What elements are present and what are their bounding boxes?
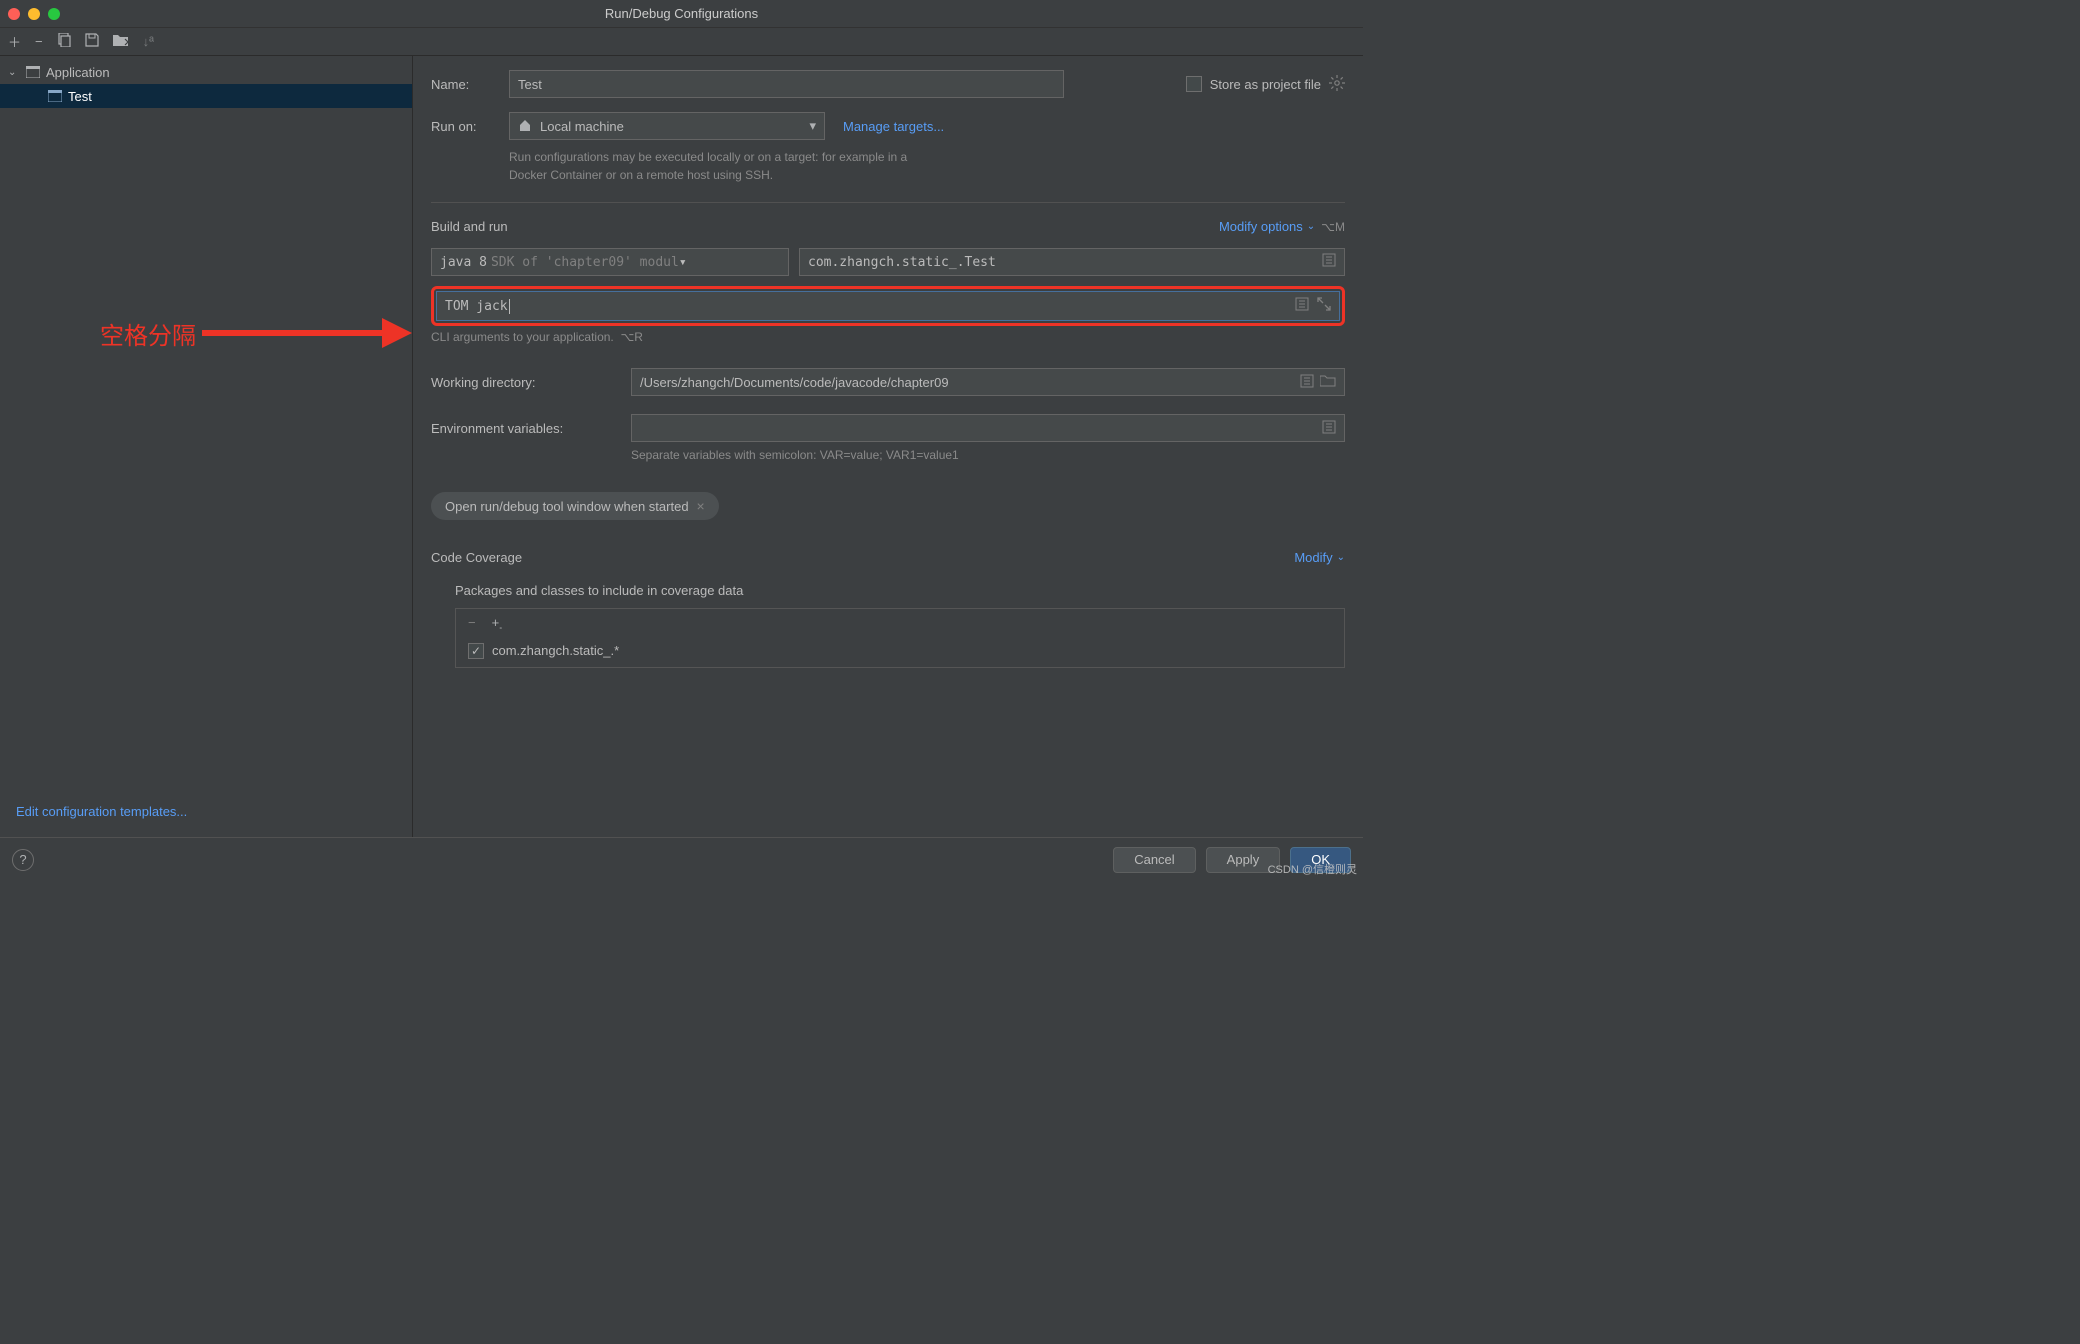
config-sidebar: ⌄ Application Test 空格分隔 Edit configurati… <box>0 56 413 837</box>
build-run-title: Build and run Modify options ⌄ ⌥M <box>431 219 1345 234</box>
manage-targets-link[interactable]: Manage targets... <box>843 119 944 134</box>
separator <box>431 202 1345 203</box>
application-icon <box>26 66 40 78</box>
add-icon[interactable]: +◦ <box>492 615 502 633</box>
program-args-highlighted: TOM jack <box>431 286 1345 326</box>
open-tool-window-pill[interactable]: Open run/debug tool window when started … <box>431 492 719 520</box>
chevron-down-icon: ▾ <box>679 255 687 270</box>
config-tree: ⌄ Application Test <box>0 56 412 108</box>
remove-icon[interactable]: − <box>35 34 43 49</box>
add-icon[interactable]: ＋ <box>8 32 21 51</box>
working-dir-input[interactable]: /Users/zhangch/Documents/code/javacode/c… <box>631 368 1345 396</box>
pill-label: Open run/debug tool window when started <box>445 499 689 514</box>
copy-icon[interactable] <box>57 33 71 50</box>
edit-templates-link[interactable]: Edit configuration templates... <box>16 804 187 819</box>
coverage-modify-link[interactable]: Modify ⌄ <box>1294 550 1345 565</box>
run-on-value: Local machine <box>540 119 624 134</box>
working-dir-value: /Users/zhangch/Documents/code/javacode/c… <box>640 375 949 390</box>
cancel-button[interactable]: Cancel <box>1113 847 1195 873</box>
coverage-pattern: com.zhangch.static_.* <box>492 643 619 658</box>
window-controls <box>8 8 60 20</box>
bottom-bar: ? Cancel Apply OK <box>0 837 1363 881</box>
sort-icon[interactable]: ↓ª <box>143 34 154 49</box>
close-icon[interactable]: × <box>697 498 705 514</box>
env-hint: Separate variables with semicolon: VAR=v… <box>631 448 1345 462</box>
remove-icon[interactable]: − <box>468 615 476 633</box>
coverage-checkbox[interactable] <box>468 643 484 659</box>
main-area: ⌄ Application Test 空格分隔 Edit configurati… <box>0 56 1363 837</box>
tree-label: Test <box>68 89 92 104</box>
chevron-down-icon: ▾ <box>809 118 816 134</box>
coverage-box: − +◦ com.zhangch.static_.* <box>455 608 1345 668</box>
annotation-text: 空格分隔 <box>100 316 196 351</box>
save-icon[interactable] <box>85 33 99 50</box>
list-icon[interactable] <box>1295 297 1309 315</box>
list-icon[interactable] <box>1322 253 1336 271</box>
run-on-label: Run on: <box>431 119 509 134</box>
sdk-combo[interactable]: java 8 SDK of 'chapter09' modul ▾ <box>431 248 789 276</box>
run-on-combo[interactable]: Local machine ▾ <box>509 112 825 140</box>
form-panel: Name: Store as project file Run on: Loca… <box>413 56 1363 837</box>
main-class-input[interactable]: com.zhangch.static_.Test <box>799 248 1345 276</box>
close-window-button[interactable] <box>8 8 20 20</box>
store-label: Store as project file <box>1210 77 1321 92</box>
chevron-down-icon: ⌄ <box>1307 221 1315 232</box>
name-input[interactable] <box>509 70 1064 98</box>
maximize-window-button[interactable] <box>48 8 60 20</box>
application-icon <box>48 90 62 102</box>
env-label: Environment variables: <box>431 421 631 436</box>
config-toolbar: ＋ − ↓ª <box>0 28 1363 56</box>
arrow-icon <box>202 312 412 354</box>
name-label: Name: <box>431 77 509 92</box>
run-hint: Run configurations may be executed local… <box>509 148 939 184</box>
args-hint: CLI arguments to your application. ⌥R <box>431 330 1345 344</box>
coverage-item[interactable]: com.zhangch.static_.* <box>456 639 1344 667</box>
gear-icon[interactable] <box>1329 75 1345 94</box>
list-icon[interactable] <box>1300 374 1314 391</box>
chevron-down-icon: ⌄ <box>1337 552 1345 563</box>
annotation-overlay: 空格分隔 <box>100 312 412 354</box>
home-icon <box>518 118 532 135</box>
watermark: CSDN @信橙则灵 <box>1268 861 1357 877</box>
args-value: TOM jack <box>445 299 510 314</box>
folder-icon[interactable] <box>113 33 129 50</box>
tree-node-test[interactable]: Test <box>0 84 412 108</box>
expand-icon[interactable] <box>1317 297 1331 315</box>
help-button[interactable]: ? <box>12 849 34 871</box>
main-class-value: com.zhangch.static_.Test <box>808 255 996 270</box>
titlebar: Run/Debug Configurations <box>0 0 1363 28</box>
window-title: Run/Debug Configurations <box>605 6 758 21</box>
list-icon[interactable] <box>1322 420 1336 437</box>
chevron-down-icon: ⌄ <box>8 67 20 78</box>
minimize-window-button[interactable] <box>28 8 40 20</box>
program-args-input[interactable]: TOM jack <box>436 291 1340 321</box>
sdk-sub: SDK of 'chapter09' modul <box>491 255 679 270</box>
folder-open-icon[interactable] <box>1320 375 1336 390</box>
coverage-subtitle: Packages and classes to include in cover… <box>455 583 1345 598</box>
tree-label: Application <box>46 65 110 80</box>
sdk-main: java 8 <box>440 255 487 270</box>
modify-options-link[interactable]: Modify options ⌄ <box>1219 219 1315 234</box>
env-input[interactable] <box>631 414 1345 442</box>
shortcut-text: ⌥M <box>1321 220 1345 234</box>
code-coverage-title: Code Coverage Modify ⌄ <box>431 550 1345 565</box>
tree-node-application[interactable]: ⌄ Application <box>0 60 412 84</box>
working-dir-label: Working directory: <box>431 375 631 390</box>
store-checkbox[interactable] <box>1186 76 1202 92</box>
